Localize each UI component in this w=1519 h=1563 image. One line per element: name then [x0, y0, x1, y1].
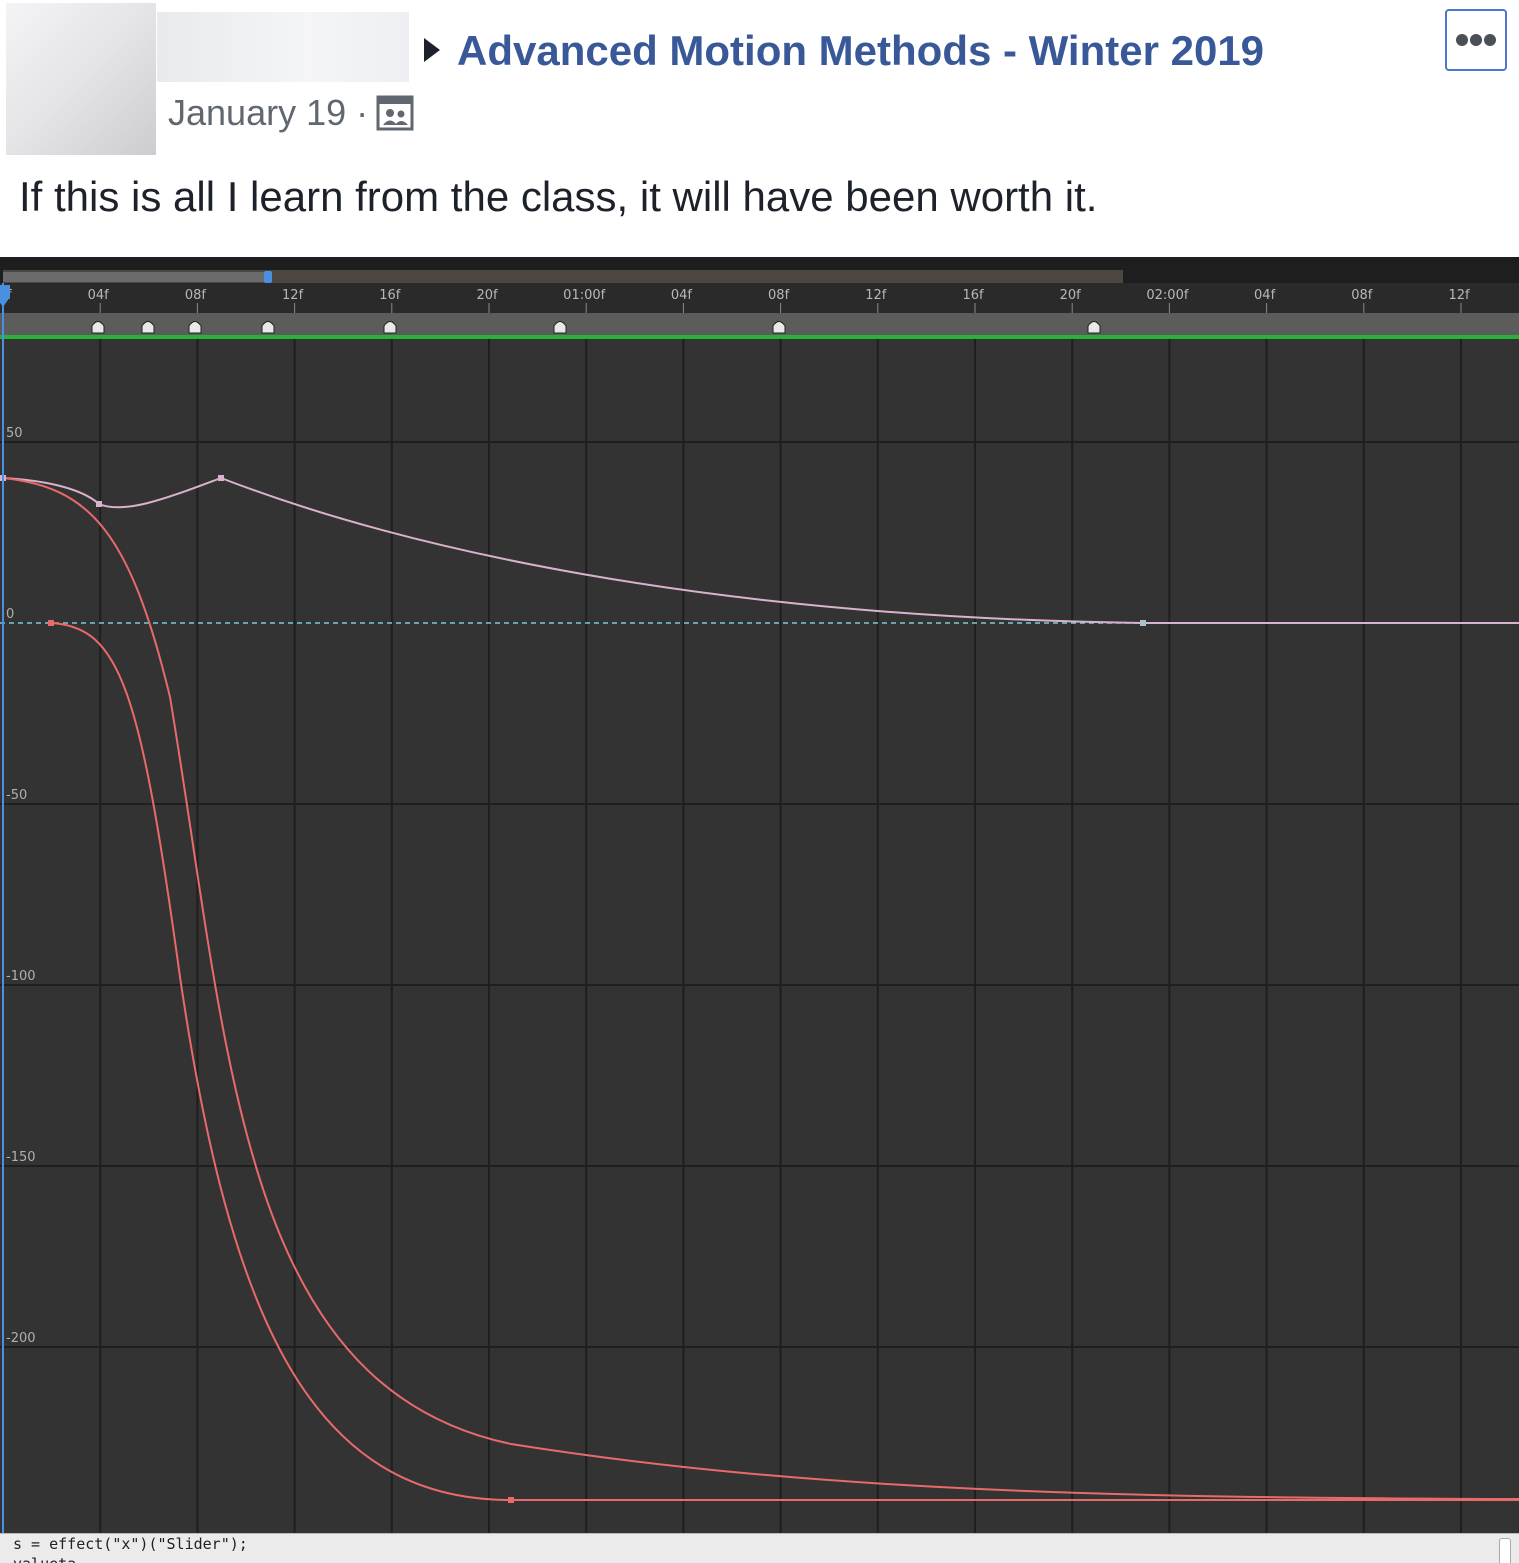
expression-scrollbar[interactable]	[1499, 1538, 1511, 1563]
time-ruler	[0, 283, 1519, 313]
graph-editor-canvas: 00f04f08f12f16f20f01:00f04f08f12f16f20f0…	[0, 257, 1519, 1533]
time-label: 02:00f	[1146, 288, 1188, 303]
keyframe-marker	[1087, 321, 1101, 334]
more-options-button[interactable]	[1445, 9, 1507, 71]
time-label: 20f	[1060, 288, 1082, 303]
curve-keyframe	[508, 1497, 514, 1503]
author-name-redacted[interactable]	[157, 12, 409, 82]
post-meta: January 19 ·	[168, 90, 414, 136]
time-label: 04f	[1254, 288, 1276, 303]
work-area-bar	[0, 335, 1519, 339]
graph-editor-screenshot[interactable]: 00f04f08f12f16f20f01:00f04f08f12f16f20f0…	[0, 257, 1519, 1563]
time-label: 04f	[671, 288, 693, 303]
group-photo-icon	[376, 94, 414, 132]
share-arrow-icon	[424, 38, 440, 62]
post-date[interactable]: January 19	[168, 90, 346, 136]
value-label: 0	[6, 607, 14, 622]
expression-line[interactable]: valueta	[13, 1554, 248, 1563]
keyframe-marker	[261, 321, 275, 334]
curve-keyframe	[1140, 620, 1146, 626]
time-label: 08f	[768, 288, 790, 303]
keyframe-strip	[0, 313, 1519, 335]
group-link[interactable]: Advanced Motion Methods - Winter 2019	[457, 24, 1264, 78]
meta-separator: ·	[356, 92, 369, 133]
keyframe-marker	[383, 321, 397, 334]
curve-keyframe	[218, 475, 224, 481]
navigator-handle	[264, 271, 272, 283]
time-label: 12f	[865, 288, 887, 303]
value-label: -50	[6, 788, 27, 803]
time-label: 16f	[379, 288, 401, 303]
curve-keyframe	[96, 501, 102, 507]
keyframe-marker	[141, 321, 155, 334]
value-label: -200	[6, 1331, 36, 1346]
curve-keyframe	[48, 620, 54, 626]
time-label: 12f	[282, 288, 304, 303]
time-label: 04f	[88, 288, 110, 303]
keyframe-marker	[188, 321, 202, 334]
more-options-icon	[1456, 34, 1496, 46]
keyframe-marker	[91, 321, 105, 334]
author-avatar[interactable]	[6, 3, 156, 155]
time-label: 16f	[962, 288, 984, 303]
time-label: 01:00f	[563, 288, 605, 303]
graph-background	[0, 257, 1519, 1533]
time-label: 20f	[476, 288, 498, 303]
time-label: 08f	[1351, 288, 1373, 303]
navigator-range	[3, 272, 265, 282]
expression-line[interactable]: s = effect("x")("Slider");	[13, 1534, 248, 1554]
value-label: -100	[6, 969, 36, 984]
keyframe-marker	[772, 321, 786, 334]
expression-text[interactable]: s = effect("x")("Slider");valueta	[13, 1534, 248, 1563]
keyframe-marker	[553, 321, 567, 334]
expression-field[interactable]: s = effect("x")("Slider");valueta	[0, 1533, 1519, 1563]
value-label: -150	[6, 1150, 36, 1165]
time-label: 08f	[185, 288, 207, 303]
time-label: 12f	[1448, 288, 1470, 303]
value-label: 50	[6, 426, 23, 441]
post-text: If this is all I learn from the class, i…	[19, 173, 1098, 220]
